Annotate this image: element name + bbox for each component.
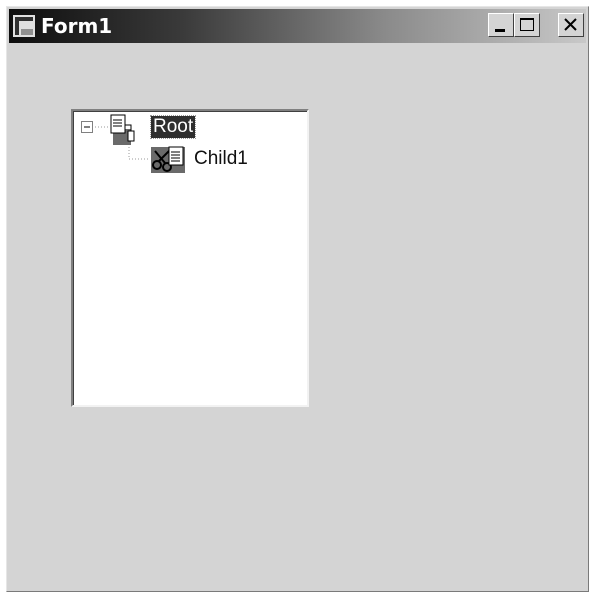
maximize-icon xyxy=(520,18,534,31)
tree-structure xyxy=(81,114,185,173)
tree-view[interactable]: Root Child1 xyxy=(71,109,309,407)
window-title: Form1 xyxy=(41,14,113,38)
close-icon xyxy=(564,18,577,31)
maximize-button[interactable] xyxy=(514,13,540,37)
cut-paste-icon xyxy=(151,146,185,173)
form-window: Form1 Root Child1 xyxy=(6,6,589,592)
app-window-icon xyxy=(13,15,35,37)
minimize-button[interactable] xyxy=(488,13,514,37)
collapse-toggle[interactable] xyxy=(81,121,93,133)
tree-node-root[interactable]: Root xyxy=(149,115,197,139)
close-button[interactable] xyxy=(558,13,584,37)
title-bar[interactable]: Form1 xyxy=(9,9,586,43)
tree-node-child1[interactable]: Child1 xyxy=(192,148,250,170)
minimize-icon xyxy=(495,29,505,32)
document-icon xyxy=(110,114,135,145)
